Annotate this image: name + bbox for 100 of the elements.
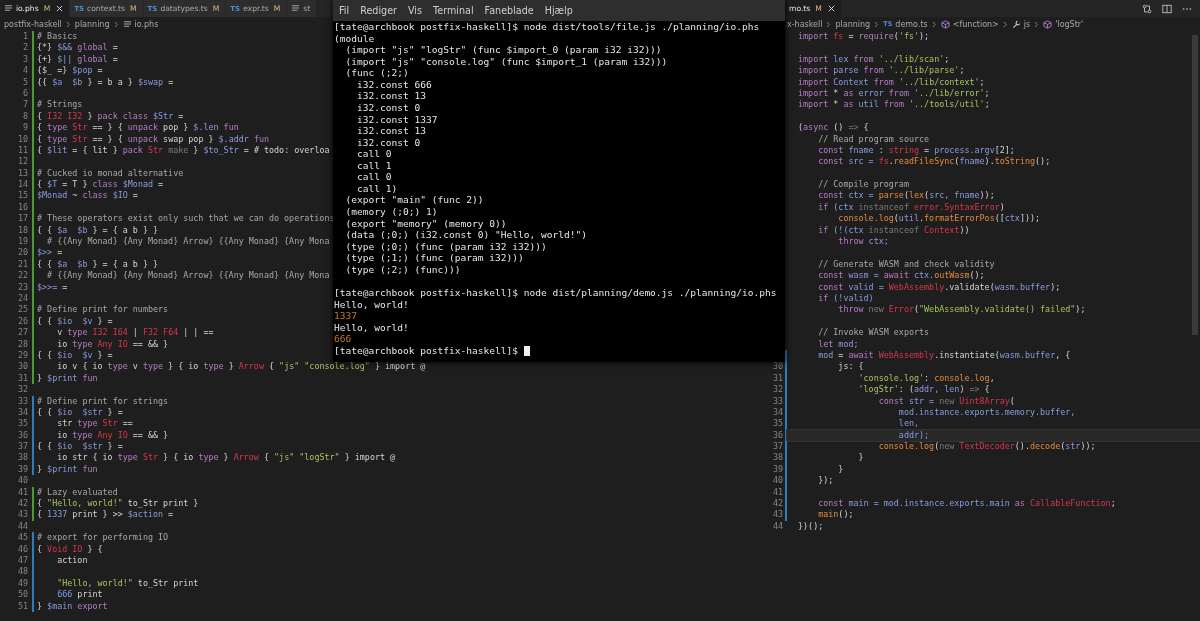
code-line: { I32 I32 } pack class $Str =: [36, 110, 184, 123]
code-line: io str { io type Str } { io type } Arrow { "js" "logStr" } import @: [56, 452, 396, 464]
code-line: io type Any IO == && }: [56, 429, 169, 442]
file-lines-icon: [122, 19, 132, 29]
line-number: 26: [16, 315, 29, 328]
code-line: throw ctx;: [837, 236, 889, 248]
code-line: import parse from '../lib/parse';: [797, 65, 965, 77]
code-line: // Compile program: [817, 179, 909, 191]
code-line: action: [56, 554, 88, 567]
code-line: mod.instance.exports.memory.buffer,: [897, 406, 1076, 419]
line-number: 31: [771, 372, 784, 385]
code-line: {*} $&& global =: [36, 42, 118, 54]
file-lines-icon: [4, 4, 13, 13]
line-number: 36: [771, 429, 784, 442]
menu-item[interactable]: Vis: [408, 5, 423, 16]
line-number: 8: [21, 110, 29, 123]
code-line: { { $io $v } =: [36, 315, 113, 328]
terminal-line: i32.const 0: [356, 101, 421, 114]
line-number: 19: [16, 236, 29, 248]
terminal-line: i32.const 0: [356, 136, 421, 149]
compare-changes-icon[interactable]: [1142, 3, 1152, 14]
breadcrumb-item[interactable]: planning: [74, 19, 110, 29]
breadcrumb-item[interactable]: <function>: [940, 19, 999, 29]
code-line: const main = mod.instance.exports.main as CallableFunction;: [817, 498, 1116, 510]
split-editor-icon[interactable]: [1162, 3, 1172, 14]
code-line: });: [817, 475, 834, 487]
code-line: // Invoke WASM exports: [817, 327, 930, 339]
line-number: 42: [771, 498, 784, 510]
code-line: # Define print for strings: [36, 395, 169, 407]
terminal-line: (type (;0;) (func (param i32 i32))): [344, 240, 547, 253]
breadcrumb-item[interactable]: postfix-haskell: [4, 19, 62, 29]
line-number: 44: [771, 520, 784, 533]
line-number: 35: [771, 418, 784, 430]
line-number: 39: [16, 463, 29, 476]
code-line: // Read program source: [817, 133, 930, 145]
line-number: 33: [771, 395, 784, 407]
code-line: import * as util from '../tools/util';: [797, 99, 990, 111]
line-number: 44: [16, 520, 29, 533]
chevron-icon: [113, 20, 119, 28]
code-line: $>> =: [36, 247, 63, 259]
terminal-line: 1337: [334, 310, 357, 322]
line-number: 36: [16, 429, 29, 442]
line-number: 7: [21, 99, 29, 111]
line-number: 15: [16, 190, 29, 202]
breadcrumb-item[interactable]: planning: [835, 19, 871, 29]
line-number: 43: [771, 509, 784, 521]
line-number: 11: [16, 144, 29, 157]
breadcrumb-item[interactable]: io.phs: [122, 19, 159, 29]
code-line: import * as error from '../lib/error';: [797, 87, 990, 100]
line-number: 47: [16, 554, 29, 567]
terminal-line: i32.const 13: [356, 125, 426, 137]
breadcrumb-item[interactable]: js: [1011, 19, 1031, 29]
code-line: import Context from '../lib/context';: [797, 76, 985, 88]
line-number: 3: [21, 53, 29, 66]
line-number: 29: [16, 349, 29, 362]
code-line: if (!(ctx instanceof Context)): [817, 224, 970, 237]
line-number: 39: [771, 463, 784, 476]
line-number: 30: [16, 361, 29, 373]
menu-item[interactable]: Rediger: [360, 5, 397, 16]
breadcrumb-item[interactable]: x-haskell: [787, 19, 823, 29]
line-number: 45: [16, 532, 29, 544]
line-number: 38: [771, 452, 784, 464]
close-icon[interactable]: [827, 5, 835, 12]
code-line: } $main export: [36, 600, 108, 612]
more-icon[interactable]: [1182, 6, 1192, 11]
line-number: 34: [16, 406, 29, 419]
line-number: 42: [16, 498, 29, 510]
breadcrumb-item[interactable]: 'logStr': [1043, 19, 1084, 29]
line-number: 12: [16, 156, 29, 168]
code-line: {$_ =} $pop =: [36, 65, 103, 77]
terminal-line: Hello, world!: [334, 298, 409, 311]
line-number: 49: [16, 577, 29, 590]
line-number: 22: [16, 270, 29, 282]
scrollbar[interactable]: [1192, 35, 1198, 335]
code-line: main();: [817, 509, 854, 521]
menu-item[interactable]: Faneblade: [484, 5, 534, 16]
line-number: 25: [16, 304, 29, 316]
line-number: 37: [16, 441, 29, 453]
terminal-line: 666: [334, 333, 352, 345]
code-line: mod = await WebAssembly.instantiate(wasm.buffer, {: [817, 349, 1071, 362]
code-line: const str = new Uint8Array(: [877, 395, 1015, 407]
menu-item[interactable]: Fil: [339, 5, 350, 16]
code-line: { { $io $str } =: [36, 406, 123, 419]
line-number: 41: [771, 486, 784, 498]
line-number: 18: [16, 224, 29, 237]
line-number: 16: [16, 201, 29, 214]
code-line: const valid = WebAssembly.validate(wasm.buffer);: [817, 281, 1061, 293]
line-number: 2: [21, 42, 29, 54]
menu-item[interactable]: Hjælp: [544, 5, 573, 16]
code-line: if (ctx instanceof error.SyntaxError): [817, 201, 1005, 214]
line-number: 43: [16, 509, 29, 521]
chevron-icon: [1002, 20, 1008, 28]
code-line: # Define print for numbers: [36, 304, 169, 316]
code-line: const src = fs.readFileSync(fname).toString();: [817, 156, 1051, 168]
line-number: 5: [21, 76, 29, 88]
code-line: {{ $a $b } = b a } $swap =: [36, 76, 174, 88]
code-line: { { $io $str } =: [36, 441, 123, 453]
terminal-line: [tate@archbook postfix-haskell]$: [334, 344, 518, 357]
close-icon[interactable]: [56, 5, 64, 12]
menu-item[interactable]: Terminal: [433, 5, 474, 16]
